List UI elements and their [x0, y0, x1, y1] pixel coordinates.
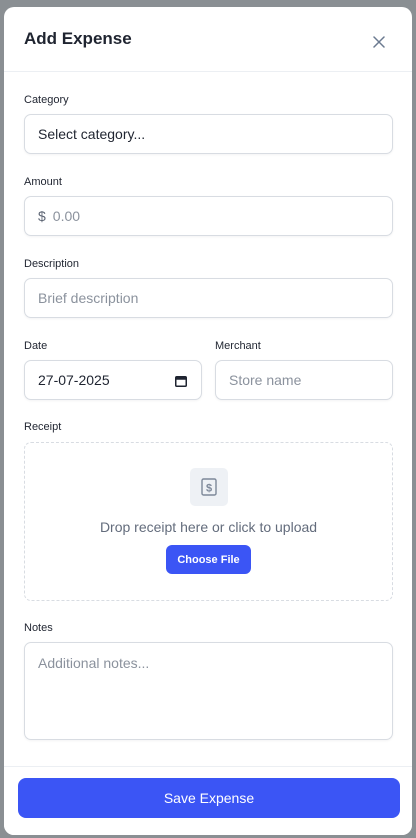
modal-footer: Save Expense: [4, 766, 412, 835]
description-placeholder: Brief description: [38, 290, 139, 306]
close-icon: [373, 36, 385, 48]
notes-textarea[interactable]: Additional notes...: [24, 642, 393, 740]
date-label: Date: [24, 340, 48, 352]
modal-header: Add Expense: [4, 7, 412, 72]
receipt-dropzone[interactable]: $ Drop receipt here or click to upload C…: [24, 442, 393, 601]
description-field[interactable]: Brief description: [24, 278, 393, 318]
amount-placeholder: 0.00: [52, 208, 81, 224]
date-value: 27-07-2025: [38, 372, 110, 388]
merchant-placeholder: Store name: [229, 372, 302, 388]
category-value: Select category...: [38, 126, 146, 142]
category-label: Category: [24, 94, 69, 106]
merchant-label: Merchant: [215, 340, 261, 352]
svg-text:$: $: [206, 483, 212, 495]
receipt-icon: $: [190, 468, 228, 506]
choose-file-button[interactable]: Choose File: [166, 545, 251, 574]
calendar-icon[interactable]: [175, 374, 187, 390]
date-field[interactable]: 27-07-2025: [24, 360, 202, 400]
amount-label: Amount: [24, 176, 62, 188]
close-button[interactable]: [368, 31, 390, 53]
dropzone-text: Drop receipt here or click to upload: [99, 519, 318, 535]
currency-prefix: $: [38, 208, 46, 224]
amount-field[interactable]: $ 0.00: [24, 196, 393, 236]
add-expense-modal: Add Expense Category Select category... …: [4, 7, 412, 835]
modal-title: Add Expense: [24, 29, 132, 48]
category-select[interactable]: Select category...: [24, 114, 393, 154]
save-expense-button[interactable]: Save Expense: [18, 778, 400, 818]
merchant-field[interactable]: Store name: [215, 360, 393, 400]
receipt-label: Receipt: [24, 421, 62, 433]
notes-label: Notes: [24, 622, 53, 634]
description-label: Description: [24, 258, 80, 270]
notes-placeholder: Additional notes...: [38, 655, 150, 671]
